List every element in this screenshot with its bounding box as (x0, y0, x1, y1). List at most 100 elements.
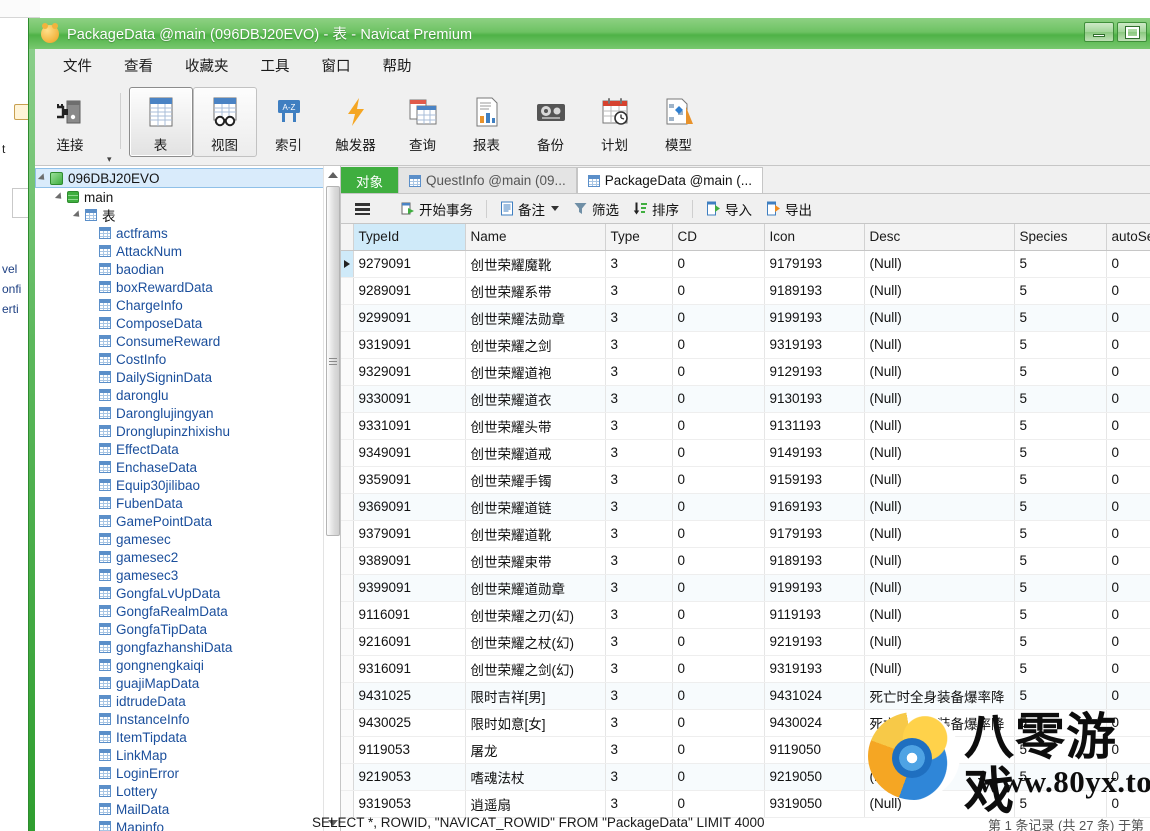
row-selector-cell[interactable] (341, 304, 354, 332)
table-cell[interactable]: 3 (605, 547, 673, 575)
table-cell[interactable]: 创世荣耀道链 (465, 493, 606, 521)
table-cell[interactable]: 5 (1014, 763, 1107, 791)
table-cell[interactable]: 0 (672, 682, 765, 710)
table-cell[interactable]: 0 (1106, 385, 1150, 413)
table-cell[interactable]: 9319193 (764, 655, 865, 683)
import-button[interactable]: 导入 (700, 196, 758, 222)
tree-item-table[interactable]: Daronglujingyan (35, 404, 340, 422)
column-header[interactable]: Type (605, 224, 673, 251)
table-cell[interactable]: 5 (1014, 250, 1107, 278)
object-tree-sidebar[interactable]: 096DBJ20EVO main 表 actframs AttackNum baodian… (35, 166, 341, 831)
table-cell[interactable]: 3 (605, 385, 673, 413)
chevron-down-icon[interactable]: ▾ (107, 154, 112, 165)
grid-menu-button[interactable] (349, 200, 376, 218)
tree-item-table[interactable]: GongfaLvUpData (35, 584, 340, 602)
table-cell[interactable]: 0 (1106, 304, 1150, 332)
table-row[interactable]: 9430025 限时如意[女] 3 0 9430024 死亡时全身装备爆率降 5 0 (341, 709, 1150, 737)
table-cell[interactable]: 9379091 (353, 520, 466, 548)
table-cell[interactable]: 屠龙 (465, 736, 606, 764)
table-cell[interactable]: 创世荣耀道袍 (465, 358, 606, 386)
table-cell[interactable]: (Null) (864, 304, 1015, 332)
table-cell[interactable]: 死亡时全身装备爆率降 (864, 709, 1015, 737)
table-cell[interactable]: 9149193 (764, 439, 865, 467)
row-selector-cell[interactable] (341, 682, 354, 710)
note-button[interactable]: 备注 (494, 196, 565, 222)
table-cell[interactable]: 3 (605, 331, 673, 359)
row-selector-cell[interactable] (341, 466, 354, 494)
table-cell[interactable]: 限时如意[女] (465, 709, 606, 737)
table-cell[interactable]: 0 (1106, 250, 1150, 278)
ribbon-model[interactable]: 模型 (647, 87, 711, 157)
table-cell[interactable]: (Null) (864, 520, 1015, 548)
table-cell[interactable]: 0 (1106, 331, 1150, 359)
table-cell[interactable]: 9319193 (764, 331, 865, 359)
row-selector-cell[interactable] (341, 736, 354, 764)
table-cell[interactable]: 0 (672, 628, 765, 656)
table-cell[interactable]: 9179193 (764, 520, 865, 548)
table-cell[interactable]: 3 (605, 358, 673, 386)
table-cell[interactable]: (Null) (864, 547, 1015, 575)
table-row[interactable]: 9349091 创世荣耀道戒 3 0 9149193 (Null) 5 0 (341, 439, 1150, 467)
table-cell[interactable]: (Null) (864, 790, 1015, 818)
tree-item-table[interactable]: gongfazhanshiData (35, 638, 340, 656)
tree-item-table[interactable]: Lottery (35, 782, 340, 800)
table-cell[interactable]: 9219193 (764, 628, 865, 656)
table-cell[interactable]: 0 (672, 385, 765, 413)
table-cell[interactable]: 5 (1014, 655, 1107, 683)
table-row[interactable]: 9299091 创世荣耀法勋章 3 0 9199193 (Null) 5 0 (341, 304, 1150, 332)
table-cell[interactable]: 0 (1106, 547, 1150, 575)
table-cell[interactable]: 5 (1014, 736, 1107, 764)
tree-item-table[interactable]: AttackNum (35, 242, 340, 260)
table-row[interactable]: 9329091 创世荣耀道袍 3 0 9129193 (Null) 5 0 (341, 358, 1150, 386)
table-cell[interactable]: 创世荣耀束带 (465, 547, 606, 575)
tree-item-table[interactable]: guajiMapData (35, 674, 340, 692)
menu-view[interactable]: 查看 (108, 51, 169, 80)
table-cell[interactable]: 0 (672, 520, 765, 548)
table-cell[interactable]: 9159193 (764, 466, 865, 494)
table-cell[interactable]: 逍遥扇 (465, 790, 606, 818)
table-row[interactable]: 9359091 创世荣耀手镯 3 0 9159193 (Null) 5 0 (341, 466, 1150, 494)
table-cell[interactable]: 9189193 (764, 547, 865, 575)
table-cell[interactable]: 0 (672, 763, 765, 791)
table-cell[interactable]: 嗜魂法杖 (465, 763, 606, 791)
table-cell[interactable]: (Null) (864, 655, 1015, 683)
column-header[interactable]: CD (672, 224, 765, 251)
menu-window[interactable]: 窗口 (306, 51, 367, 80)
row-selector-cell[interactable] (341, 628, 354, 656)
table-cell[interactable]: 0 (672, 493, 765, 521)
tree-item-table[interactable]: gamesec3 (35, 566, 340, 584)
table-row[interactable]: 9316091 创世荣耀之剑(幻) 3 0 9319193 (Null) 5 0 (341, 655, 1150, 683)
table-cell[interactable]: 9389091 (353, 547, 466, 575)
table-cell[interactable]: 9319053 (353, 790, 466, 818)
tab-questinfo[interactable]: QuestInfo @main (09... (398, 167, 577, 193)
column-header[interactable]: TypeId (353, 224, 466, 251)
table-cell[interactable]: 5 (1014, 520, 1107, 548)
column-header[interactable]: Desc (864, 224, 1015, 251)
tree-item-table[interactable]: GongfaTipData (35, 620, 340, 638)
table-cell[interactable]: 5 (1014, 493, 1107, 521)
tree-item-table[interactable]: ComposeData (35, 314, 340, 332)
table-cell[interactable]: 9116091 (353, 601, 466, 629)
tree-item-table[interactable]: baodian (35, 260, 340, 278)
table-cell[interactable]: 0 (672, 331, 765, 359)
table-cell[interactable]: 0 (1106, 628, 1150, 656)
tree-item-table[interactable]: EnchaseData (35, 458, 340, 476)
scroll-up-button[interactable] (324, 166, 340, 183)
minimize-button[interactable] (1084, 22, 1114, 42)
table-cell[interactable]: 3 (605, 277, 673, 305)
tab-packagedata[interactable]: PackageData @main (... (576, 167, 764, 193)
table-row[interactable]: 9319053 逍遥扇 3 0 9319050 (Null) 5 0 (341, 790, 1150, 818)
table-cell[interactable]: 创世荣耀之刃(幻) (465, 601, 606, 629)
table-cell[interactable]: 9199193 (764, 304, 865, 332)
table-cell[interactable]: 3 (605, 790, 673, 818)
table-cell[interactable]: 9331091 (353, 412, 466, 440)
scrollbar-thumb[interactable] (326, 186, 340, 536)
tree-item-table[interactable]: Dronglupinzhixishu (35, 422, 340, 440)
maximize-button[interactable] (1117, 22, 1147, 42)
tree-item-table[interactable]: MailData (35, 800, 340, 818)
table-cell[interactable]: 0 (1106, 682, 1150, 710)
table-cell[interactable]: 5 (1014, 412, 1107, 440)
table-row[interactable]: 9379091 创世荣耀道靴 3 0 9179193 (Null) 5 0 (341, 520, 1150, 548)
table-row[interactable]: 9289091 创世荣耀系带 3 0 9189193 (Null) 5 0 (341, 277, 1150, 305)
table-cell[interactable]: 0 (1106, 763, 1150, 791)
